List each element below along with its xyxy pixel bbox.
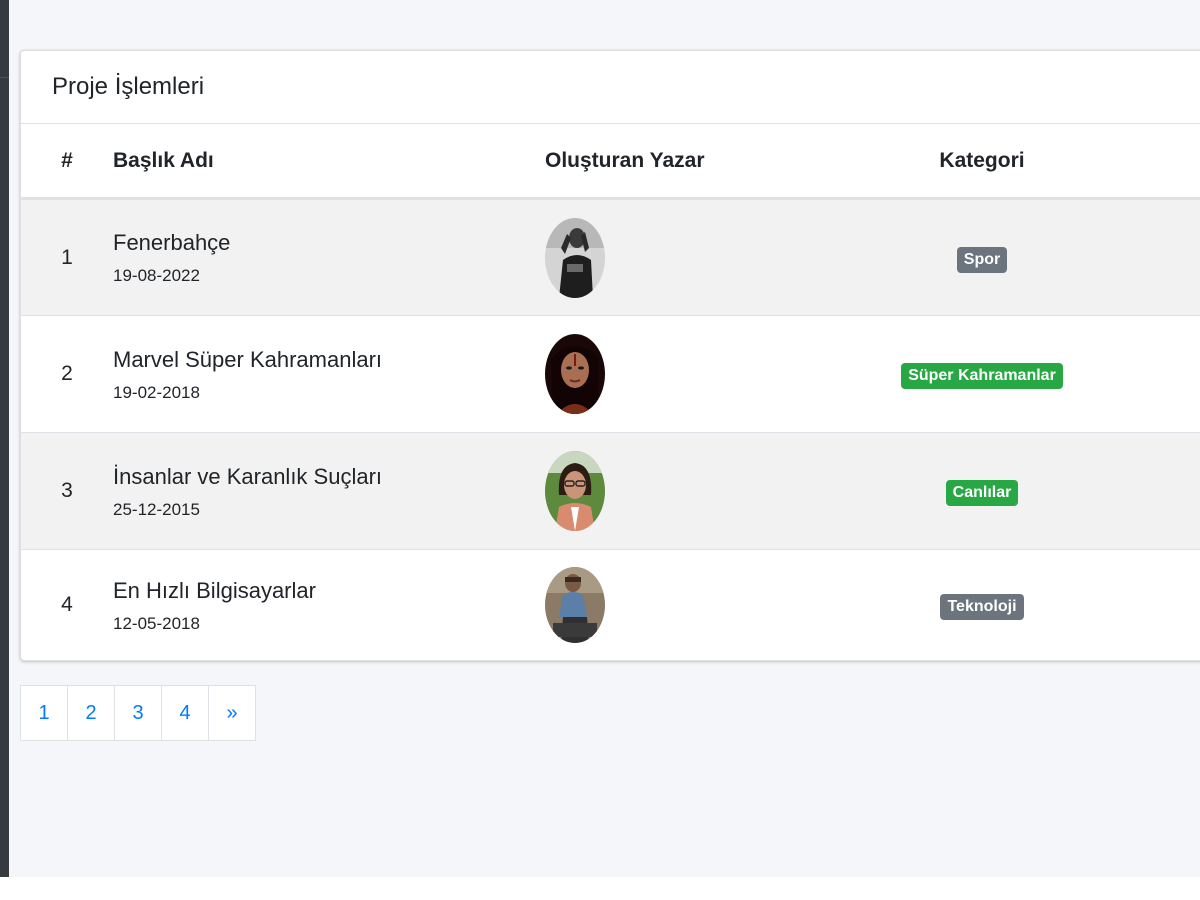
- card-header: Proje İşlemleri: [21, 51, 1200, 124]
- category-badge: Süper Kahramanlar: [901, 363, 1063, 389]
- category-badge: Canlılar: [945, 480, 1019, 506]
- row-author-cell: [545, 432, 832, 550]
- author-avatar: [545, 451, 605, 531]
- page-link-1[interactable]: 1: [20, 685, 68, 741]
- row-extra-cell: [1132, 199, 1200, 316]
- row-number: 3: [21, 432, 113, 550]
- row-category-cell: Spor: [832, 199, 1132, 316]
- avatar-image: [545, 217, 605, 298]
- row-author-cell: [545, 315, 832, 433]
- row-title: Fenerbahçe: [113, 230, 231, 255]
- row-date: 25-12-2015: [113, 499, 200, 519]
- row-title-cell: İnsanlar ve Karanlık Suçları 25-12-2015: [113, 432, 545, 550]
- avatar-image: [545, 334, 605, 414]
- row-author-cell: [545, 199, 832, 316]
- category-badge: Spor: [956, 246, 1008, 273]
- row-title-cell: Marvel Süper Kahramanları 19-02-2018: [113, 315, 545, 433]
- card-title: Proje İşlemleri: [52, 73, 205, 100]
- row-number: 4: [21, 549, 113, 660]
- table-row: 4 En Hızlı Bilgisayarlar 12-05-2018 Tekn…: [21, 549, 1200, 660]
- table-row: 3 İnsanlar ve Karanlık Suçları 25-12-201…: [21, 432, 1200, 550]
- projects-card: Proje İşlemleri # Başlık Adı Oluşturan Y…: [20, 50, 1200, 661]
- row-number: 2: [21, 315, 113, 433]
- row-title: İnsanlar ve Karanlık Suçları: [113, 463, 383, 489]
- table-header-row: # Başlık Adı Oluşturan Yazar Kategori: [21, 124, 1200, 200]
- header-category: Kategori: [832, 124, 1132, 200]
- page-link-2[interactable]: 2: [67, 685, 115, 741]
- row-author-cell: [545, 549, 832, 660]
- header-author: Oluşturan Yazar: [545, 124, 832, 200]
- row-category-cell: Süper Kahramanlar: [832, 315, 1132, 433]
- header-title: Başlık Adı: [113, 124, 545, 200]
- row-date: 19-02-2018: [113, 382, 200, 402]
- row-category-cell: Teknoloji: [832, 549, 1132, 660]
- header-actions: [1132, 124, 1200, 200]
- avatar-image: [545, 567, 605, 644]
- header-number: #: [21, 124, 113, 200]
- row-title: En Hızlı Bilgisayarlar: [113, 577, 316, 603]
- row-extra-cell: [1132, 315, 1200, 433]
- page-link-4[interactable]: 4: [161, 685, 209, 741]
- row-title-cell: En Hızlı Bilgisayarlar 12-05-2018: [113, 549, 545, 660]
- sidebar-edge: [0, 0, 9, 877]
- row-title: Marvel Süper Kahramanları: [113, 346, 383, 372]
- avatar-image: [545, 451, 605, 531]
- pagination: 1 2 3 4 »: [20, 685, 256, 741]
- projects-table: # Başlık Adı Oluşturan Yazar Kategori 1 …: [21, 124, 1200, 660]
- row-number: 1: [61, 245, 73, 269]
- table-row: 2 Marvel Süper Kahramanları 19-02-2018 S…: [21, 315, 1200, 433]
- content-wrapper: Proje İşlemleri # Başlık Adı Oluşturan Y…: [0, 0, 1200, 877]
- category-badge: Teknoloji: [940, 594, 1024, 621]
- row-extra-cell: [1132, 549, 1200, 660]
- page-next-button[interactable]: »: [208, 685, 256, 741]
- author-avatar: [545, 334, 605, 414]
- row-extra-cell: [1132, 432, 1200, 550]
- row-date: 12-05-2018: [113, 613, 200, 633]
- table-row: 1 Fenerbahçe 19-08-2022 Spor: [21, 198, 1200, 316]
- author-avatar: [545, 567, 605, 644]
- author-avatar: [545, 217, 605, 298]
- sidebar-divider: [0, 77, 9, 78]
- row-title-cell: Fenerbahçe 19-08-2022: [113, 199, 545, 316]
- row-category-cell: Canlılar: [832, 432, 1132, 550]
- row-date: 19-08-2022: [113, 266, 200, 285]
- page-link-3[interactable]: 3: [114, 685, 162, 741]
